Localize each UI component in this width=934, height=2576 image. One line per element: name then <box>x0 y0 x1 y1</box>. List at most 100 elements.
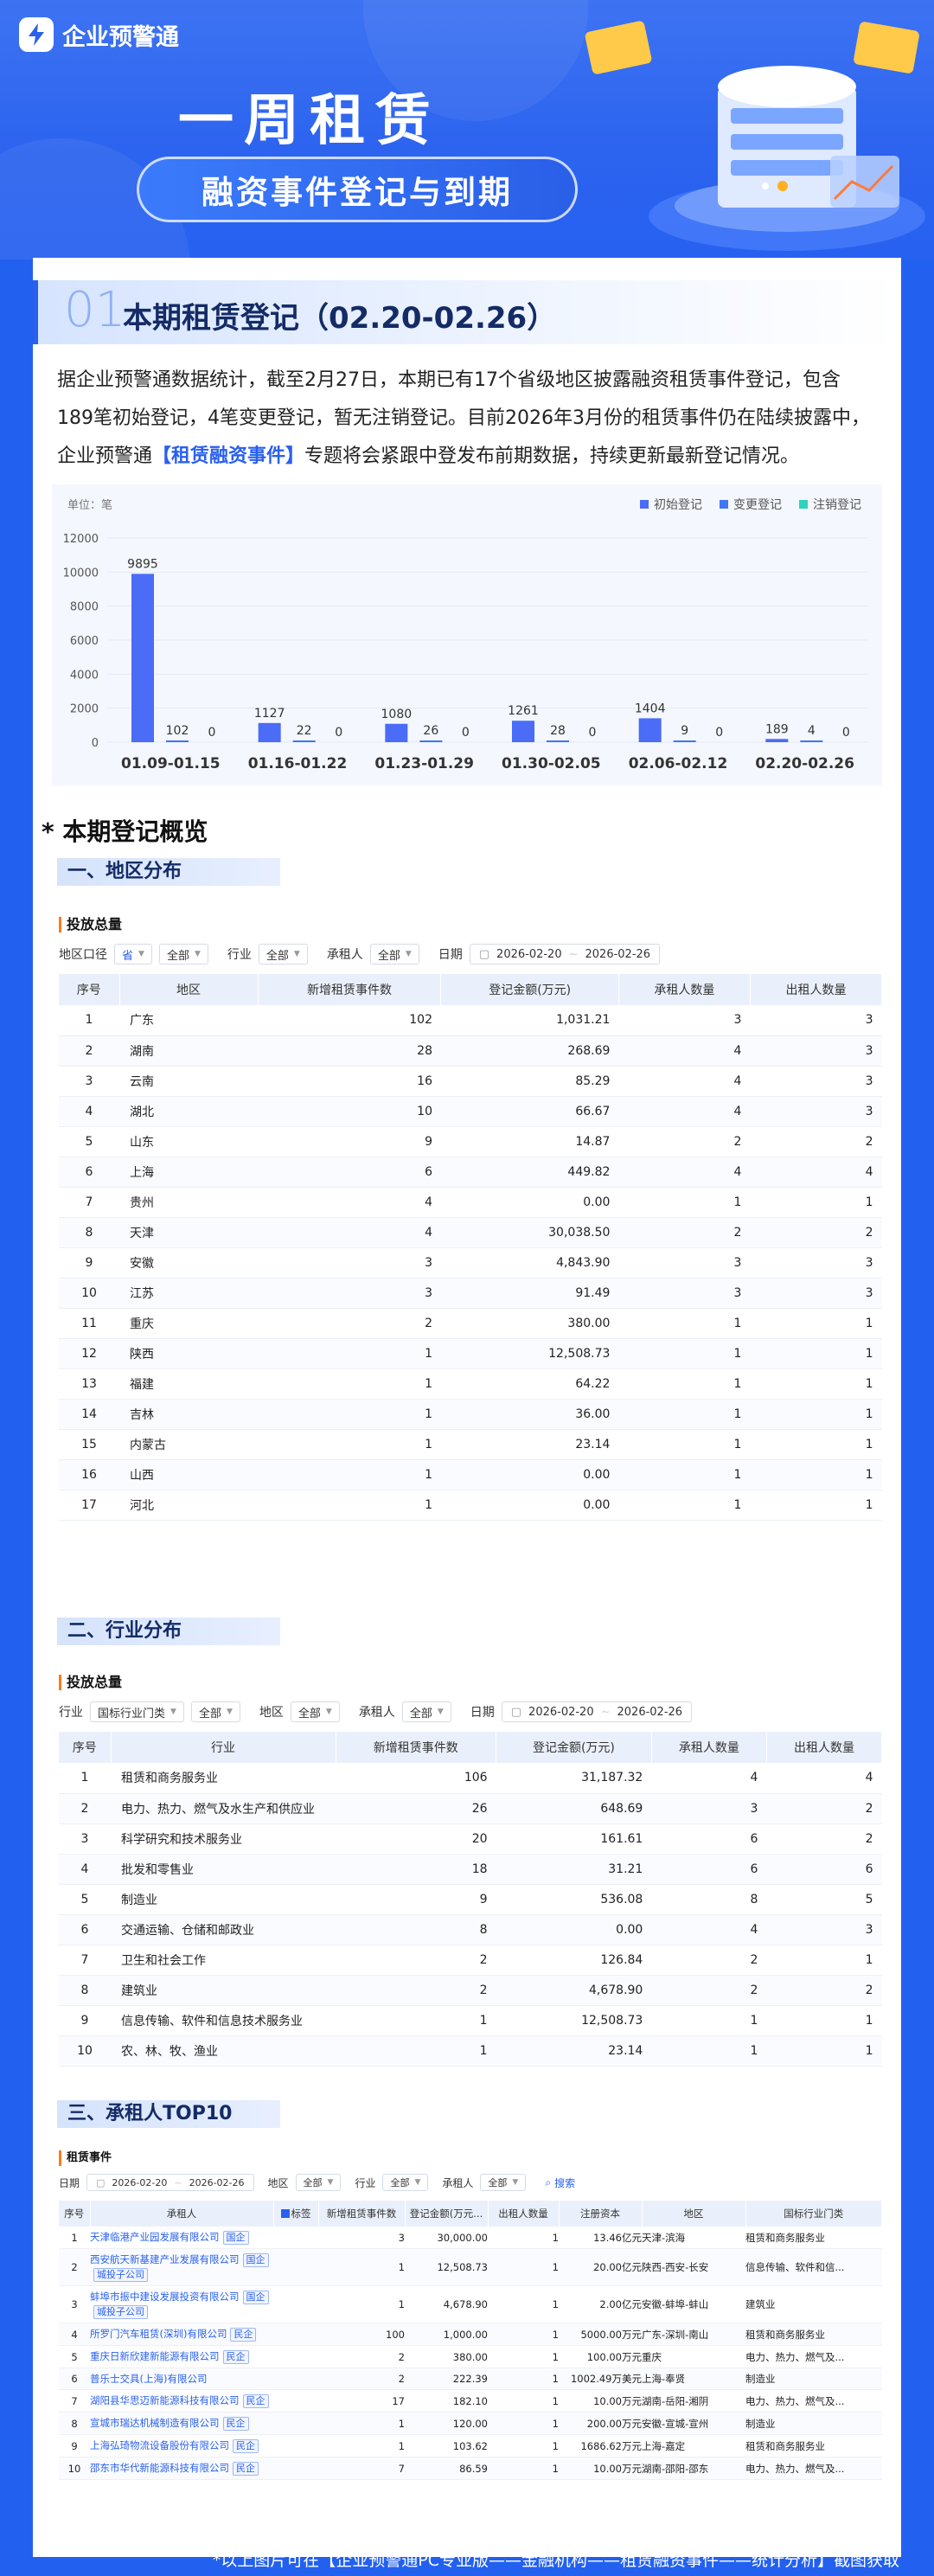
table-row[interactable]: 5 重庆日新欣建新能源有限公司 民企 2 380.00 1 100.00万元 重庆 电力、热力、… <box>59 2345 882 2368</box>
event-count[interactable]: 17 <box>318 2389 405 2413</box>
lessee-name-cell[interactable]: 西安航天新基建产业发展有限公司 国企城投子公司 <box>90 2248 318 2286</box>
table-cell[interactable]: 9 <box>336 1884 496 1915</box>
bar[interactable] <box>800 740 823 742</box>
bar[interactable] <box>512 721 534 742</box>
column-header[interactable]: 序号 <box>59 2201 91 2227</box>
industry-standard-select[interactable]: 国标行业门类 ▼ <box>90 1701 184 1722</box>
table-row[interactable]: 6 上海 6 449.82 4 4 <box>59 1157 882 1188</box>
table-row[interactable]: 5 山东 9 14.87 2 2 <box>59 1126 882 1157</box>
table-cell[interactable]: 贵州 <box>119 1187 258 1218</box>
lessee-name-cell[interactable]: 所罗门汽车租赁(深圳)有限公司 民企 <box>90 2323 318 2346</box>
table-cell[interactable]: 陕西 <box>119 1338 258 1369</box>
lessor-count[interactable]: 1 <box>488 2389 559 2413</box>
bar[interactable] <box>166 740 189 742</box>
event-count[interactable]: 1 <box>318 2412 405 2435</box>
lessor-count[interactable]: 1 <box>488 2248 559 2286</box>
legend-label[interactable]: 初始登记 <box>654 497 702 512</box>
table-row[interactable]: 6 交通运输、仓储和邮政业 8 0.00 4 3 <box>59 1914 882 1945</box>
table-cell[interactable]: 1 <box>336 2035 496 2067</box>
table-row[interactable]: 3 云南 16 85.29 4 3 <box>59 1066 882 1097</box>
bar[interactable] <box>258 722 281 742</box>
table-cell[interactable]: 1 <box>258 1490 441 1521</box>
table-cell[interactable]: 9 <box>258 1126 441 1157</box>
region-select[interactable]: 全部 ▼ <box>158 944 208 964</box>
event-count[interactable]: 1 <box>318 2248 405 2286</box>
table-cell[interactable]: 4 <box>258 1187 441 1218</box>
event-count[interactable]: 1 <box>318 2434 405 2457</box>
column-header[interactable]: 登记金额(万元... <box>405 2201 489 2227</box>
lessee-select[interactable]: 全部 ▼ <box>480 2174 527 2191</box>
table-row[interactable]: 11 重庆 2 380.00 1 1 <box>59 1308 882 1339</box>
table-row[interactable]: 4 湖北 10 66.67 4 3 <box>59 1096 882 1127</box>
table-row[interactable]: 12 陕西 1 12,508.73 1 1 <box>59 1338 882 1369</box>
table-cell[interactable]: 福建 <box>119 1368 258 1400</box>
bar[interactable] <box>638 718 662 742</box>
table-cell[interactable]: 3 <box>258 1278 441 1309</box>
table-cell[interactable]: 26 <box>336 1793 496 1824</box>
lessee-name-cell[interactable]: 湖阳县华思迈新能源科技有限公司 民企 <box>90 2389 318 2413</box>
table-cell[interactable]: 江苏 <box>119 1278 258 1309</box>
table-cell[interactable]: 1 <box>258 1368 441 1400</box>
bar[interactable] <box>419 740 443 742</box>
table-row[interactable]: 9 安徽 3 4,843.90 3 3 <box>59 1247 882 1278</box>
column-header[interactable]: 标签 <box>273 2201 319 2227</box>
lessee-name-link[interactable]: 邵东市华代新能源科技有限公司 <box>90 2462 229 2474</box>
table-row[interactable]: 4 所罗门汽车租赁(深圳)有限公司 民企 100 1,000.00 1 5000.00万元广… <box>59 2323 882 2346</box>
table-row[interactable]: 9 上海弘琦物流设备股份有限公司 民企 1 103.62 1 1686.62万元 上海-嘉定租… <box>59 2434 882 2457</box>
lessee-name-cell[interactable]: 邵东市华代新能源科技有限公司 民企 <box>90 2457 318 2480</box>
bar[interactable] <box>292 740 316 742</box>
date-range-picker[interactable]: ▢ 2026-02-20 ~2026-02-26 <box>501 1701 693 1722</box>
legend-label[interactable]: 注销登记 <box>813 498 861 512</box>
column-header[interactable]: 登记金额(万元) <box>440 974 619 1005</box>
table-cell[interactable]: 山西 <box>119 1459 258 1490</box>
table-cell[interactable]: 10 <box>258 1096 441 1127</box>
event-count[interactable]: 1 <box>318 2285 405 2323</box>
column-header[interactable]: 序号 <box>59 974 120 1005</box>
column-header[interactable]: 承租人数量 <box>651 1732 767 1763</box>
table-row[interactable]: 2 电力、热力、燃气及水生产和供应业 26 648.69 3 2 <box>59 1793 882 1824</box>
table-cell[interactable]: 2 <box>258 1308 441 1339</box>
lessee-name-cell[interactable]: 上海弘琦物流设备股份有限公司 民企 <box>90 2434 318 2457</box>
table-cell[interactable]: 2 <box>336 1945 496 1976</box>
lessee-name-cell[interactable]: 蚌埠市振中建设发展投资有限公司 国企城投子公司 <box>90 2285 318 2323</box>
table-row[interactable]: 9 信息传输、软件和信息技术服务业 1 12,508.73 1 1 <box>59 2005 882 2036</box>
lessor-count[interactable]: 1 <box>488 2412 559 2435</box>
lessee-name-link[interactable]: 西安航天新基建产业发展有限公司 <box>90 2253 240 2265</box>
lessee-name-cell[interactable]: 普乐士交具(上海)有限公司 <box>90 2368 318 2390</box>
table-row[interactable]: 8 建筑业 2 4,678.90 2 2 <box>59 1975 882 2006</box>
column-header[interactable]: 承租人 <box>90 2201 274 2227</box>
lessor-count[interactable]: 1 <box>488 2285 559 2323</box>
table-row[interactable]: 1 租赁和商务服务业 106 31,187.32 4 4 <box>59 1763 882 1794</box>
topic-link[interactable]: 【租赁融资事件】 <box>152 445 304 467</box>
table-row[interactable]: 7 湖阳县华思迈新能源科技有限公司 民企 17 182.10 1 10.00万元 湖南-岳阳-… <box>59 2389 882 2413</box>
region-select[interactable]: 全部 ▼ <box>290 1701 340 1722</box>
column-header[interactable]: 序号 <box>59 1732 112 1763</box>
lessor-count[interactable]: 1 <box>488 2227 559 2249</box>
lessee-select[interactable]: 全部 ▼ <box>401 1701 451 1722</box>
table-cell[interactable]: 18 <box>336 1854 496 1885</box>
event-count[interactable]: 7 <box>318 2457 405 2480</box>
table-cell[interactable]: 1 <box>258 1429 441 1460</box>
bar[interactable] <box>131 574 154 742</box>
column-header[interactable]: 出租人数量 <box>750 974 883 1005</box>
search-button[interactable]: ⌕ 搜索 <box>545 2176 575 2190</box>
table-row[interactable]: 7 贵州 4 0.00 1 1 <box>59 1187 882 1218</box>
table-row[interactable]: 6 普乐士交具(上海)有限公司 2 222.39 1 1002.49万美元 上海-奉贤 制造业 <box>59 2368 882 2390</box>
table-cell[interactable]: 1 <box>258 1338 441 1369</box>
column-header[interactable]: 登记金额(万元) <box>496 1732 652 1763</box>
region-select[interactable]: 全部 ▼ <box>295 2174 342 2191</box>
column-header[interactable]: 注册资本 <box>559 2201 643 2227</box>
column-header[interactable]: 出租人数量 <box>766 1732 883 1763</box>
table-cell[interactable]: 上海 <box>119 1157 258 1188</box>
bar[interactable] <box>547 740 569 742</box>
table-cell[interactable]: 1 <box>258 1399 441 1430</box>
event-count[interactable]: 2 <box>318 2345 405 2368</box>
table-cell[interactable]: 吉林 <box>119 1399 258 1430</box>
region-scope-select[interactable]: 省 ▼ <box>114 944 152 964</box>
column-header[interactable]: 地区 <box>642 2201 746 2227</box>
table-row[interactable]: 1 天津临港产业园发展有限公司 国企 3 30,000.00 1 13.46亿元 天津-滨海租… <box>59 2227 882 2249</box>
lessee-name-link[interactable]: 蚌埠市振中建设发展投资有限公司 <box>90 2291 240 2303</box>
lessee-name-cell[interactable]: 天津临港产业园发展有限公司 国企 <box>90 2227 318 2249</box>
legend-label[interactable]: 变更登记 <box>733 498 782 512</box>
table-row[interactable]: 15 内蒙古 1 23.14 1 1 <box>59 1429 882 1460</box>
